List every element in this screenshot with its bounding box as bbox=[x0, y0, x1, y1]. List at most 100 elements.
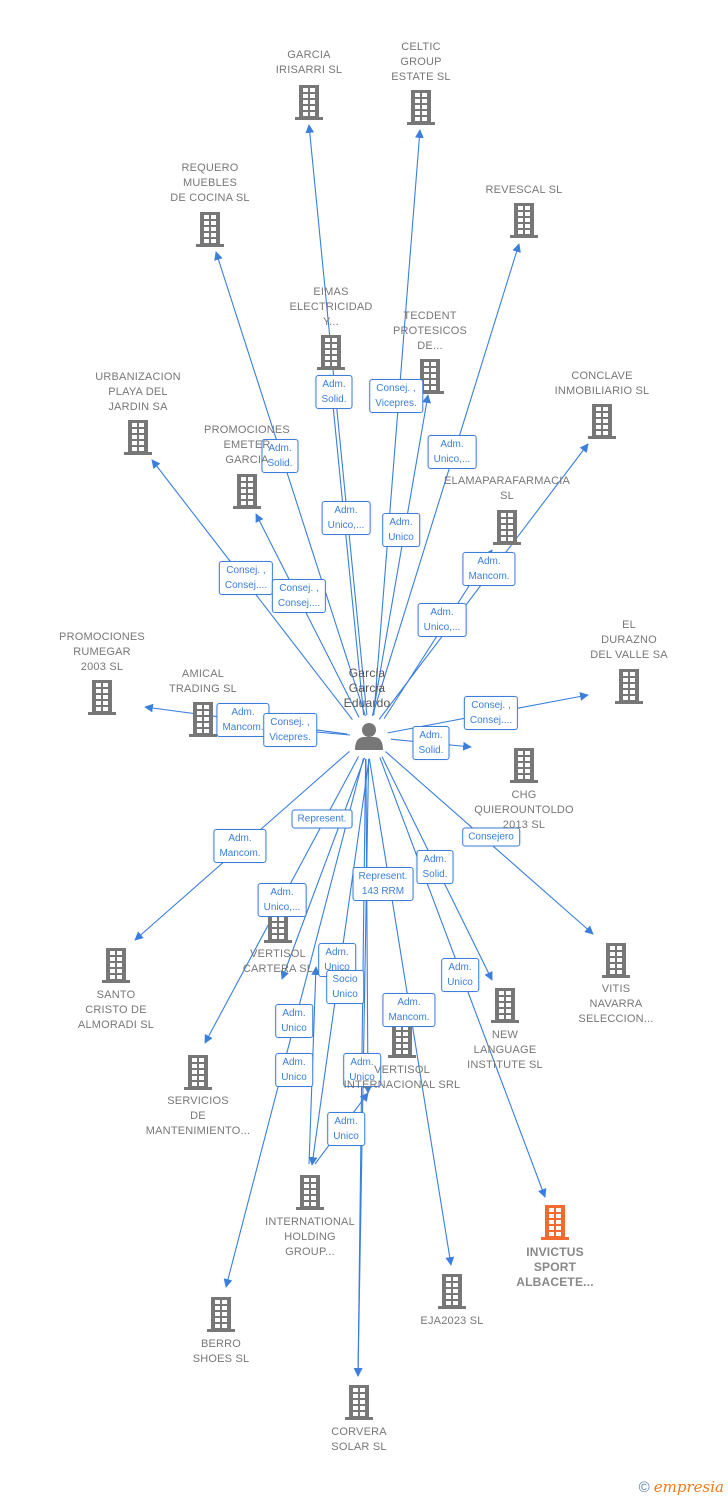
building-icon-durazno[interactable] bbox=[615, 669, 643, 704]
node-label-requero[interactable]: REQUERO MUEBLES DE COCINA SL bbox=[170, 161, 249, 206]
node-label-urbanizacion[interactable]: URBANIZACION PLAYA DEL JARDIN SA bbox=[95, 370, 181, 415]
node-label-conclave[interactable]: CONCLAVE INMOBILIARIO SL bbox=[555, 369, 650, 399]
edge-label-durazno[interactable]: Consej. , Consej.... bbox=[463, 696, 519, 730]
edge-label-irisarri[interactable]: Adm. Unico,... bbox=[321, 501, 371, 535]
node-label-line: EIMAS bbox=[313, 286, 349, 298]
node-label-intl[interactable]: INTERNATIONAL HOLDING GROUP... bbox=[265, 1215, 355, 1260]
building-icon-irisarri[interactable] bbox=[295, 85, 323, 120]
center-person-label[interactable]: Garcia Garcia Eduardo bbox=[344, 666, 391, 711]
building-icon-eja[interactable] bbox=[438, 1274, 466, 1309]
building-icon-urbanizacion[interactable] bbox=[124, 420, 152, 455]
edge-label-line: Consej.... bbox=[469, 715, 513, 726]
node-label-line: QUIEROUNTOLDO bbox=[474, 804, 574, 816]
edge-label-revescal[interactable]: Adm. Unico,... bbox=[427, 435, 477, 469]
node-label-eja[interactable]: EJA2023 SL bbox=[420, 1314, 483, 1329]
edge-label-urbanizacion[interactable]: Consej. , Consej.... bbox=[218, 561, 274, 595]
node-label-berro[interactable]: BERRO SHOES SL bbox=[193, 1337, 250, 1367]
edge-label-chg[interactable]: Adm. Solid. bbox=[412, 726, 450, 760]
center-label-line: Eduardo bbox=[343, 696, 391, 710]
edge-label-line: Adm. bbox=[423, 854, 447, 865]
node-label-tecdent[interactable]: TECDENT PROTESICOS DE... bbox=[393, 309, 467, 354]
edge-label-elama[interactable]: Adm. Mancom. bbox=[462, 552, 516, 586]
node-label-rumegar[interactable]: PROMOCIONES RUMEGAR 2003 SL bbox=[59, 630, 145, 675]
edge-eimas bbox=[326, 374, 365, 716]
node-label-eimas[interactable]: EIMAS ELECTRICIDAD Y... bbox=[289, 285, 372, 330]
building-icon-berro[interactable] bbox=[207, 1297, 235, 1332]
node-label-corvera[interactable]: CORVERA SOLAR SL bbox=[331, 1425, 387, 1455]
edge-label-invictus[interactable]: Adm. Unico bbox=[441, 958, 479, 992]
edge-label-santo[interactable]: Adm. Mancom. bbox=[213, 829, 267, 863]
building-icon-santo[interactable] bbox=[102, 948, 130, 983]
node-label-line: GROUP... bbox=[285, 1246, 335, 1258]
edge-label-berro[interactable]: Adm. Unico bbox=[275, 1053, 313, 1087]
edge-label-line: 143 RRM bbox=[361, 886, 405, 897]
person-icon[interactable] bbox=[355, 723, 383, 750]
edge-label-celtic[interactable]: Adm. Unico bbox=[382, 513, 420, 547]
node-label-emeter[interactable]: PROMOCIONES EMETER GARCIA bbox=[204, 423, 290, 468]
edge-label-corvera[interactable]: Adm. Mancom. bbox=[382, 993, 436, 1027]
node-label-vcartera[interactable]: VERTISOL CARTERA SL bbox=[243, 947, 313, 977]
building-icon-newlang[interactable] bbox=[491, 988, 519, 1023]
building-icon-eimas[interactable] bbox=[317, 335, 345, 370]
edge-label-tecdent[interactable]: Consej. , Vicepres. bbox=[369, 379, 423, 413]
edge-label-amical[interactable]: Consej. , Vicepres. bbox=[263, 713, 317, 747]
building-icon-revescal[interactable] bbox=[510, 203, 538, 238]
node-label-line: VERTISOL bbox=[374, 1064, 430, 1076]
node-label-line: IRISARRI SL bbox=[275, 64, 343, 76]
building-icon-requero[interactable] bbox=[196, 212, 224, 247]
building-icon-rumegar[interactable] bbox=[88, 680, 116, 715]
node-label-amical[interactable]: AMICAL TRADING SL bbox=[169, 667, 237, 697]
node-label-irisarri[interactable]: GARCIA IRISARRI SL bbox=[276, 48, 342, 78]
building-icon-corvera[interactable] bbox=[345, 1385, 373, 1420]
node-label-invictus[interactable]: INVICTUS SPORT ALBACETE... bbox=[516, 1245, 594, 1290]
building-icon-emeter[interactable] bbox=[233, 474, 261, 509]
brand-logo[interactable]: empresia bbox=[654, 1478, 724, 1496]
node-label-line: EMETER bbox=[223, 439, 271, 451]
node-label-line: REVESCAL SL bbox=[485, 184, 563, 196]
node-label-newlang[interactable]: NEW LANGUAGE INSTITUTE SL bbox=[467, 1028, 543, 1073]
node-label-line: 2013 SL bbox=[502, 819, 546, 831]
node-label-vinter[interactable]: VERTISOL INTERNACIONAL SRL bbox=[344, 1063, 461, 1093]
node-label-line: DE bbox=[190, 1110, 206, 1122]
building-icon-vinter[interactable] bbox=[388, 1023, 416, 1058]
building-icon-servicios[interactable] bbox=[184, 1055, 212, 1090]
node-label-line: DURAZNO bbox=[601, 634, 657, 646]
building-icon-conclave[interactable] bbox=[588, 404, 616, 439]
edge-label-conclave[interactable]: Adm. Unico,... bbox=[417, 603, 467, 637]
node-label-vitis[interactable]: VITIS NAVARRA SELECCION... bbox=[578, 982, 653, 1027]
node-label-line: SL bbox=[500, 490, 514, 502]
edge-label-line: Consej.... bbox=[277, 598, 321, 609]
edge-label-emeter[interactable]: Consej. , Consej.... bbox=[271, 579, 327, 613]
edge-label-corvera[interactable]: Adm. Unico bbox=[327, 1112, 365, 1146]
edge-label-vinter[interactable]: Socio Unico bbox=[326, 970, 364, 1004]
edge-label-eimas[interactable]: Adm. Solid. bbox=[315, 375, 353, 409]
node-label-line: AMICAL bbox=[181, 668, 225, 680]
edge-label-rumegar[interactable]: Adm. Mancom. bbox=[216, 703, 270, 737]
building-icon-celtic[interactable] bbox=[407, 90, 435, 125]
edge-label-line: Adm. bbox=[322, 379, 346, 390]
building-icon-intl[interactable] bbox=[296, 1175, 324, 1210]
building-icon-amical[interactable] bbox=[189, 702, 217, 737]
building-icon-elama[interactable] bbox=[493, 510, 521, 545]
node-label-line: INSTITUTE SL bbox=[467, 1059, 543, 1071]
building-icon-chg[interactable] bbox=[510, 748, 538, 783]
node-label-durazno[interactable]: EL DURAZNO DEL VALLE SA bbox=[590, 618, 668, 663]
edge-label-eja[interactable]: Represent. 143 RRM bbox=[352, 867, 414, 901]
edge-label-vcartera[interactable]: Adm. Unico bbox=[275, 1004, 313, 1038]
edge-label-newlang[interactable]: Adm. Solid. bbox=[416, 850, 454, 884]
node-label-revescal[interactable]: REVESCAL SL bbox=[486, 183, 563, 198]
node-label-santo[interactable]: SANTO CRISTO DE ALMORADI SL bbox=[78, 988, 154, 1033]
node-label-servicios[interactable]: SERVICIOS DE MANTENIMIENTO... bbox=[146, 1094, 250, 1139]
node-label-line: PROTESICOS bbox=[392, 325, 468, 337]
edge-label-line: Unico,... bbox=[327, 520, 365, 531]
node-label-line: PROMOCIONES bbox=[204, 424, 290, 436]
building-icon-vitis[interactable] bbox=[602, 943, 630, 978]
node-label-chg[interactable]: CHG QUIEROUNTOLDO 2013 SL bbox=[474, 788, 574, 833]
node-label-celtic[interactable]: CELTIC GROUP ESTATE SL bbox=[391, 40, 450, 85]
edge-label-intl[interactable]: Represent. bbox=[291, 809, 353, 829]
building-icon-invictus[interactable] bbox=[541, 1205, 569, 1240]
edge-label-servicios[interactable]: Adm. Unico,... bbox=[257, 883, 307, 917]
edge-label-line: Mancom. bbox=[222, 722, 264, 733]
edge-label-line: Adm. bbox=[270, 887, 294, 898]
node-label-elama[interactable]: ELAMAPARAFARMACIA SL bbox=[444, 474, 570, 504]
